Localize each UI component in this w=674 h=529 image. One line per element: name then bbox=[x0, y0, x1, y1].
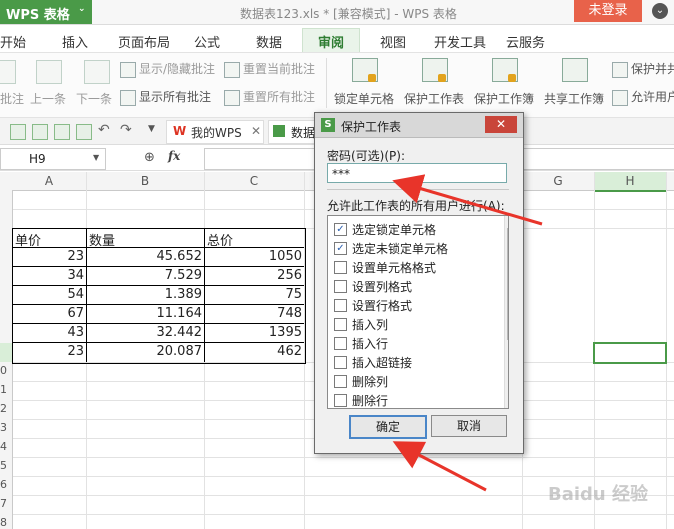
annotation-arrows bbox=[392, 174, 543, 492]
arrow-to-ok-button bbox=[392, 441, 487, 492]
watermark: Baidu 经验 bbox=[548, 484, 649, 505]
arrow-to-password bbox=[392, 174, 543, 226]
